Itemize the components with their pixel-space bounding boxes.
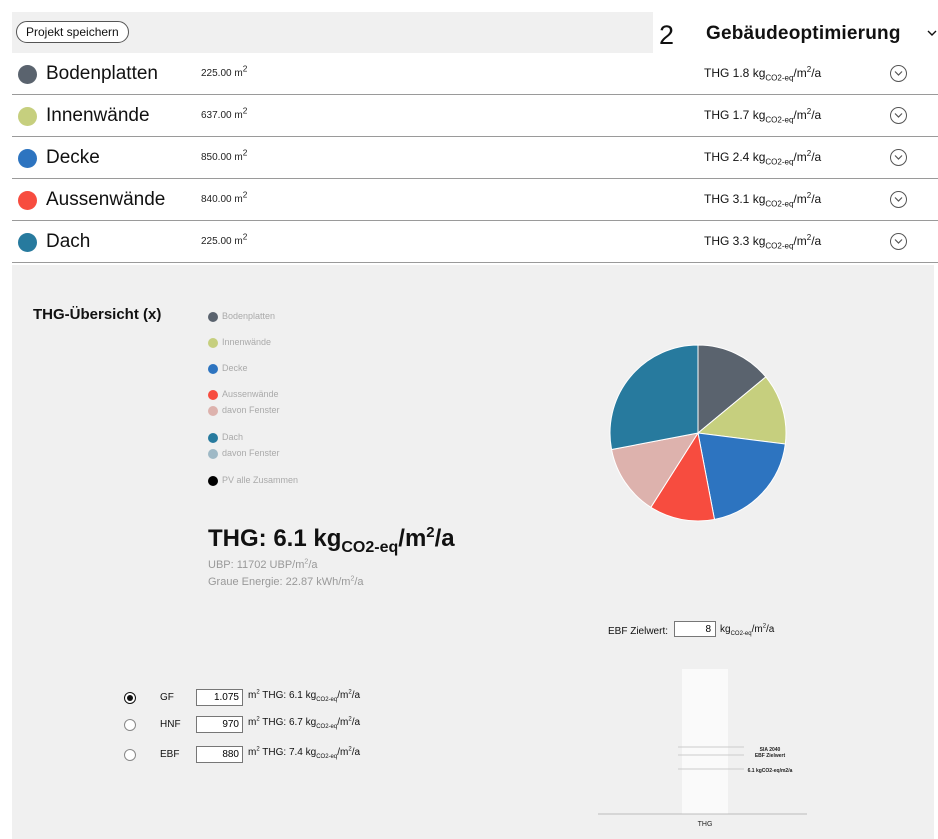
ubp-value: UBP: 11702 UBP/m2/a	[208, 558, 318, 571]
reference-option-hnf[interactable]: HNF m2 THG: 6.7 kgCO2-eq/m2/a	[124, 716, 424, 734]
reference-thg: m2 THG: 7.4 kgCO2-eq/m2/a	[248, 746, 361, 760]
element-thg: THG 1.7 kgCO2-eq/m2/a	[704, 107, 822, 125]
reference-radio[interactable]	[124, 692, 136, 704]
reference-area-input[interactable]	[196, 746, 243, 763]
reference-thg: m2 THG: 6.7 kgCO2-eq/m2/a	[248, 716, 361, 730]
element-row-dach[interactable]: Dach 225.00 m2 THG 3.3 kgCO2-eq/m2/a	[12, 221, 938, 263]
reference-thg: m2 THG: 6.1 kgCO2-eq/m2/a	[248, 689, 361, 703]
element-name: Aussenwände	[46, 189, 166, 210]
element-row-aussenwaende[interactable]: Aussenwände 840.00 m2 THG 3.1 kgCO2-eq/m…	[12, 179, 938, 221]
reference-area-input[interactable]	[196, 716, 243, 733]
element-name: Innenwände	[46, 105, 150, 126]
legend-swatch	[208, 449, 218, 459]
legend-swatch	[208, 312, 218, 322]
element-thg: THG 2.4 kgCO2-eq/m2/a	[704, 149, 822, 167]
element-row-innenwaende[interactable]: Innenwände 637.00 m2 THG 1.7 kgCO2-eq/m2…	[12, 95, 938, 137]
element-color-dot	[18, 65, 37, 84]
pie-slice-5	[609, 344, 699, 451]
ebf-target-label: EBF Zielwert	[755, 753, 786, 759]
element-name: Dach	[46, 231, 91, 252]
element-name: Bodenplatten	[46, 63, 158, 84]
reference-radio[interactable]	[124, 749, 136, 761]
element-color-dot	[18, 191, 37, 210]
element-area: 637.00 m2	[201, 105, 248, 121]
overview-title: THG-Übersicht (x)	[33, 306, 162, 323]
expand-circle-icon[interactable]	[890, 191, 907, 208]
element-row-bodenplatten[interactable]: Bodenplatten 225.00 m2 THG 1.8 kgCO2-eq/…	[12, 53, 938, 95]
expand-circle-icon[interactable]	[890, 233, 907, 250]
legend-swatch	[208, 476, 218, 486]
thg-target-bar-chart: SIA 2040 EBF Zielwert 6.1 kgCO2-eq/m2/a …	[598, 669, 807, 828]
element-color-dot	[18, 107, 37, 126]
expand-circle-icon[interactable]	[890, 149, 907, 166]
legend-swatch	[208, 406, 218, 416]
thg-pie-chart	[609, 344, 787, 522]
top-bar: Projekt speichern 2 Gebäudeoptimierung	[12, 10, 938, 54]
bar-axis-label: THG	[698, 821, 713, 828]
target-value-input[interactable]	[674, 621, 716, 637]
step-number: 2	[659, 20, 675, 50]
expand-circle-icon[interactable]	[890, 107, 907, 124]
reference-area-input[interactable]	[196, 689, 243, 706]
element-area: 840.00 m2	[201, 189, 248, 205]
target-label: EBF Zielwert:	[608, 626, 669, 637]
grey-energy-value: Graue Energie: 22.87 kWh/m2/a	[208, 575, 364, 588]
element-color-dot	[18, 149, 37, 168]
building-element-list: Bodenplatten 225.00 m2 THG 1.8 kgCO2-eq/…	[12, 53, 938, 263]
thg-bar	[682, 669, 728, 814]
element-thg: THG 3.3 kgCO2-eq/m2/a	[704, 233, 822, 251]
element-area: 225.00 m2	[201, 231, 248, 247]
element-area: 850.00 m2	[201, 147, 248, 163]
element-name: Decke	[46, 147, 100, 168]
element-color-dot	[18, 233, 37, 252]
legend-swatch	[208, 338, 218, 348]
element-area: 225.00 m2	[201, 63, 248, 79]
target-unit: kgCO2-eq/m2/a	[720, 623, 775, 637]
reference-option-gf[interactable]: GF m2 THG: 6.1 kgCO2-eq/m2/a	[124, 689, 424, 707]
legend-swatch	[208, 433, 218, 443]
element-thg: THG 3.1 kgCO2-eq/m2/a	[704, 191, 822, 209]
legend-swatch	[208, 364, 218, 374]
expand-circle-icon[interactable]	[890, 65, 907, 82]
reference-option-ebf[interactable]: EBF m2 THG: 7.4 kgCO2-eq/m2/a	[124, 746, 424, 764]
total-thg-value: THG: 6.1 kgCO2-eq/m2/a	[208, 524, 455, 556]
element-thg: THG 1.8 kgCO2-eq/m2/a	[704, 65, 822, 83]
save-project-button[interactable]: Projekt speichern	[16, 21, 129, 43]
legend-swatch	[208, 390, 218, 400]
chevron-down-icon[interactable]	[927, 25, 937, 40]
step-title[interactable]: Gebäudeoptimierung	[706, 23, 901, 45]
element-row-decke[interactable]: Decke 850.00 m2 THG 2.4 kgCO2-eq/m2/a	[12, 137, 938, 179]
current-value-label: 6.1 kgCO2-eq/m2/a	[748, 768, 793, 774]
thg-overview-panel: THG-Übersicht (x) Bodenplatten Innenwänd…	[12, 265, 934, 839]
reference-radio[interactable]	[124, 719, 136, 731]
